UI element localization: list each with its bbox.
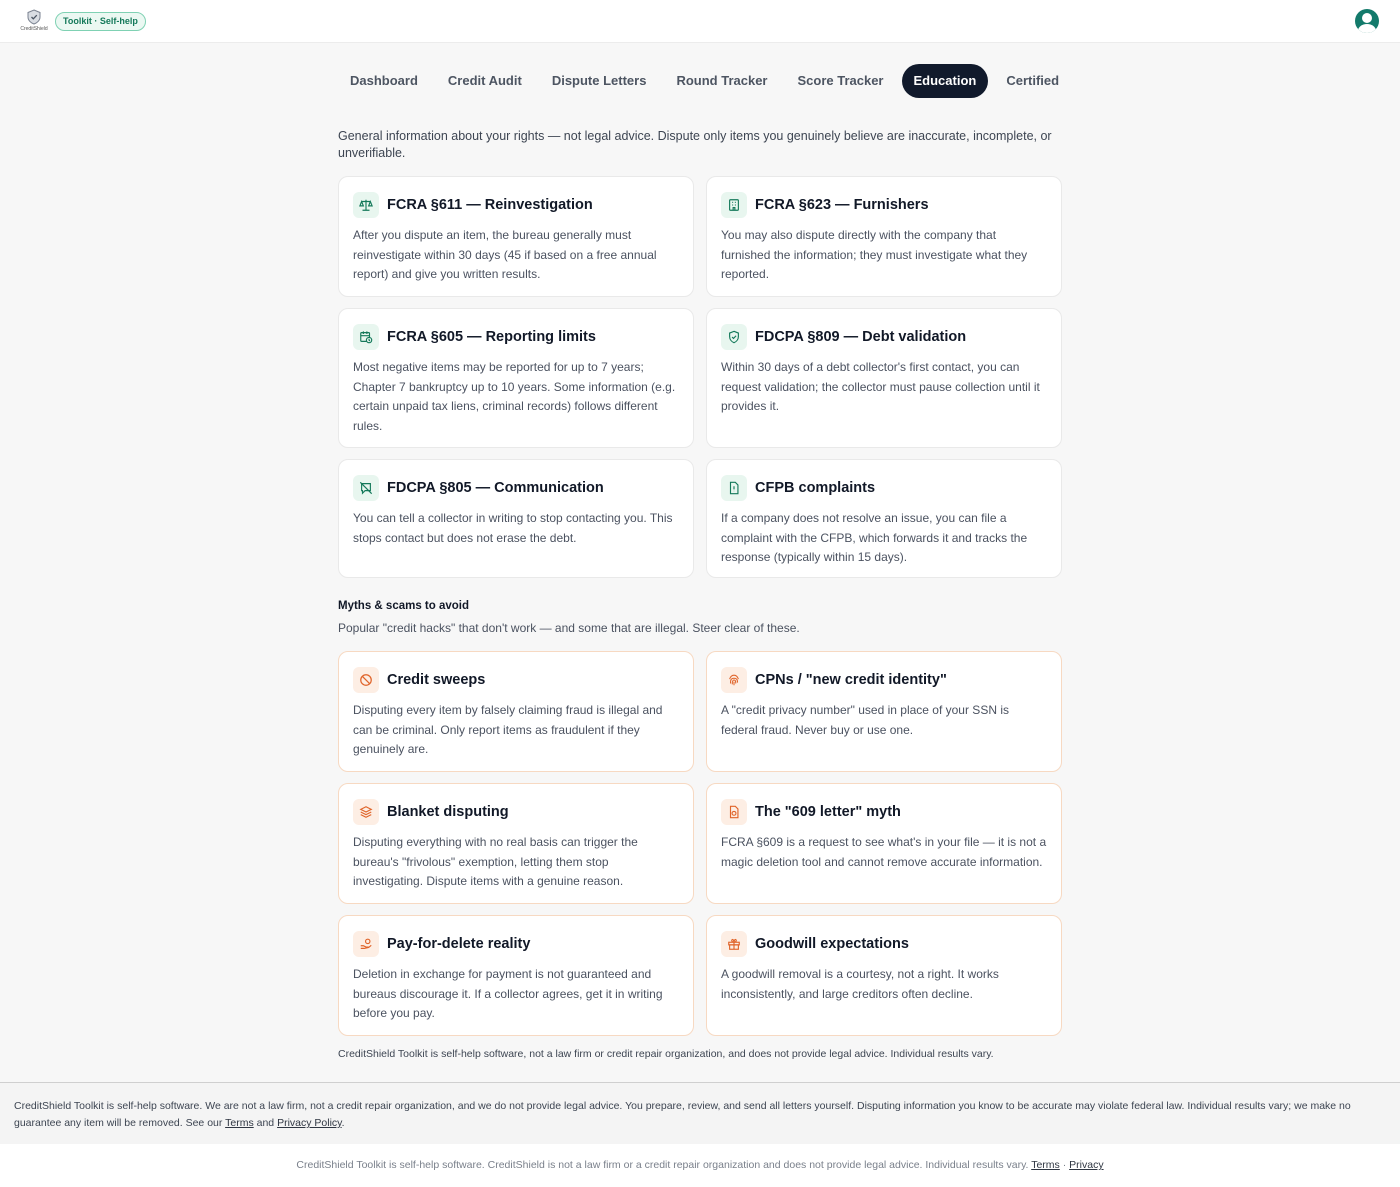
hand-coins-icon <box>353 931 379 957</box>
ban-icon <box>353 667 379 693</box>
myth-card: Credit sweeps Disputing every item by fa… <box>338 651 694 772</box>
card-title: FDCPA §805 — Communication <box>387 480 604 496</box>
myth-card: The "609 letter" myth FCRA §609 is a req… <box>706 783 1062 904</box>
scale-icon <box>353 192 379 218</box>
myths-section-subtitle: Popular "credit hacks" that don't work —… <box>338 621 800 635</box>
mode-badge: Toolkit · Self-help <box>55 12 146 31</box>
card-body: Within 30 days of a debt collector's fir… <box>721 360 1040 413</box>
tab-education[interactable]: Education <box>901 64 989 98</box>
tab-credit-audit[interactable]: Credit Audit <box>436 64 534 98</box>
card-title: FCRA §605 — Reporting limits <box>387 329 596 345</box>
footer-disclaimer: CreditShield Toolkit is self-help softwa… <box>0 1082 1400 1144</box>
page-disclaimer: CreditShield Toolkit is self-help softwa… <box>338 1048 994 1060</box>
footer-period: . <box>341 1117 345 1129</box>
user-avatar[interactable] <box>1355 9 1379 33</box>
right-card: FDCPA §805 — Communication You can tell … <box>338 459 694 578</box>
right-card: FDCPA §809 — Debt validation Within 30 d… <box>706 308 1062 448</box>
main-tabs: Dashboard Credit Audit Dispute Letters R… <box>338 64 1062 98</box>
bottom-separator: · <box>1062 1159 1067 1171</box>
card-title: Credit sweeps <box>387 672 486 688</box>
card-title: FCRA §611 — Reinvestigation <box>387 197 593 213</box>
gift-icon <box>721 931 747 957</box>
card-title: The "609 letter" myth <box>755 804 901 820</box>
footer-text: CreditShield Toolkit is self-help softwa… <box>14 1100 1351 1129</box>
shield-check-icon <box>721 324 747 350</box>
card-body: FCRA §609 is a request to see what's in … <box>721 835 1047 869</box>
layers-icon <box>353 799 379 825</box>
logo-text: CreditShield <box>20 26 48 32</box>
right-card: FCRA §623 — Furnishers You may also disp… <box>706 176 1062 297</box>
footer-and: and <box>256 1117 275 1129</box>
bottom-terms-link[interactable]: Terms <box>1031 1159 1060 1171</box>
bottom-privacy-link[interactable]: Privacy <box>1069 1159 1103 1171</box>
fingerprint-icon <box>721 667 747 693</box>
myth-card: Pay-for-delete reality Deletion in excha… <box>338 915 694 1036</box>
tab-dashboard[interactable]: Dashboard <box>338 64 430 98</box>
education-intro: General information about your rights — … <box>338 129 1052 160</box>
footer-terms-link[interactable]: Terms <box>225 1117 254 1129</box>
right-card: CFPB complaints If a company does not re… <box>706 459 1062 578</box>
tab-certified-mail[interactable]: Certified Mail <box>994 64 1062 98</box>
myths-grid: Credit sweeps Disputing every item by fa… <box>338 651 1062 1036</box>
shield-logo-icon <box>27 9 41 25</box>
app-logo[interactable]: CreditShield <box>18 9 50 35</box>
rights-grid: FCRA §611 — Reinvestigation After you di… <box>338 176 1062 578</box>
myth-card: CPNs / "new credit identity" A "credit p… <box>706 651 1062 772</box>
myth-card: Goodwill expectations A goodwill removal… <box>706 915 1062 1036</box>
card-body: You can tell a collector in writing to s… <box>353 511 673 545</box>
card-title: FCRA §623 — Furnishers <box>755 197 929 213</box>
card-title: Pay-for-delete reality <box>387 936 531 952</box>
file-warning-icon <box>721 799 747 825</box>
footer-privacy-link[interactable]: Privacy Policy <box>277 1117 342 1129</box>
card-body: Deletion in exchange for payment is not … <box>353 967 663 1020</box>
card-body: A goodwill removal is a courtesy, not a … <box>721 967 999 1001</box>
card-title: CPNs / "new credit identity" <box>755 672 947 688</box>
card-title: Blanket disputing <box>387 804 509 820</box>
card-body: A "credit privacy number" used in place … <box>721 703 1009 737</box>
card-title: CFPB complaints <box>755 480 876 496</box>
card-title: FDCPA §809 — Debt validation <box>755 329 967 345</box>
card-body: Most negative items may be reported for … <box>353 360 676 433</box>
message-off-icon <box>353 475 379 501</box>
right-card: FCRA §611 — Reinvestigation After you di… <box>338 176 694 297</box>
card-body: Disputing every item by falsely claiming… <box>353 703 663 756</box>
bottom-bar: CreditShield Toolkit is self-help softwa… <box>0 1144 1400 1187</box>
card-body: Disputing everything with no real basis … <box>353 835 638 888</box>
tab-round-tracker[interactable]: Round Tracker <box>664 64 779 98</box>
tab-dispute-letters[interactable]: Dispute Letters <box>540 64 659 98</box>
card-title: Goodwill expectations <box>755 936 909 952</box>
file-alert-icon <box>721 475 747 501</box>
card-body: You may also dispute directly with the c… <box>721 228 1028 281</box>
bottom-text: CreditShield Toolkit is self-help softwa… <box>296 1159 1029 1171</box>
myth-card: Blanket disputing Disputing everything w… <box>338 783 694 904</box>
card-body: If a company does not resolve an issue, … <box>721 511 1028 564</box>
card-body: After you dispute an item, the bureau ge… <box>353 228 657 281</box>
building-icon <box>721 192 747 218</box>
tab-score-tracker[interactable]: Score Tracker <box>785 64 895 98</box>
calendar-clock-icon <box>353 324 379 350</box>
top-bar: CreditShield Toolkit · Self-help <box>0 0 1400 43</box>
right-card: FCRA §605 — Reporting limits Most negati… <box>338 308 694 448</box>
myths-section-title: Myths & scams to avoid <box>338 600 470 612</box>
